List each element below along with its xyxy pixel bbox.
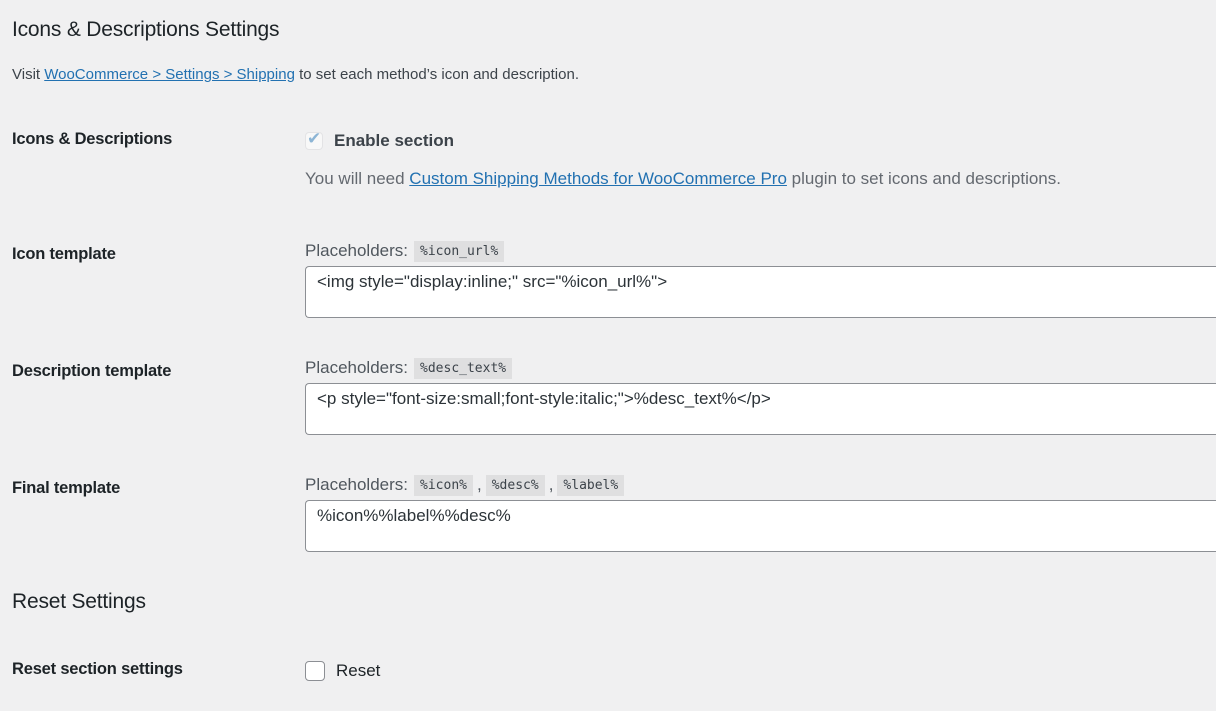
placeholder-code: %desc_text% [414,357,513,379]
separator: , [476,475,482,494]
placeholders-line: Placeholders: %desc_text% [305,357,1216,379]
placeholder-code: %label% [557,474,625,496]
placeholders-label: Placeholders: [305,241,409,260]
pro-plugin-description: You will need Custom Shipping Methods fo… [305,169,1061,189]
reset-checkbox-label[interactable]: Reset [305,661,380,681]
section-title-reset: Reset Settings [12,590,146,613]
row-label-final-template: Final template [12,479,121,497]
settings-page: Icons & Descriptions Settings Visit WooC… [0,0,1216,711]
field-description-template: Placeholders: %desc_text% <p style="font… [305,357,1216,435]
checkmark-icon: ✔ [307,129,322,148]
placeholder-code: %icon_url% [414,240,505,262]
enable-section-checkbox[interactable]: ✔ [305,129,323,150]
woocommerce-shipping-settings-link[interactable]: WooCommerce > Settings > Shipping [44,66,295,83]
section-title-icons: Icons & Descriptions Settings [12,18,280,41]
reset-text: Reset [336,661,381,680]
description-template-textarea[interactable]: <p style="font-size:small;font-style:ita… [305,383,1216,435]
field-final-template: Placeholders: %icon% , %desc% , %label% … [305,474,1216,552]
separator: , [548,475,554,494]
placeholders-line: Placeholders: %icon_url% [305,240,1216,262]
final-template-textarea[interactable]: %icon%%label%%desc% [305,500,1216,552]
placeholder-code: %icon% [414,474,473,496]
desc-suffix: plugin to set icons and descriptions. [786,169,1061,188]
enable-section-text: Enable section [334,131,454,150]
intro-suffix: to set each method’s icon and descriptio… [294,66,579,83]
row-label-icons-descriptions: Icons & Descriptions [12,130,173,148]
row-label-reset-section: Reset section settings [12,660,183,678]
field-reset: Reset [305,661,380,681]
intro-prefix: Visit [12,66,45,83]
field-enable-section: ✔ Enable section You will need Custom Sh… [305,129,1061,189]
enable-section-checkbox-label[interactable]: ✔ Enable section [305,129,1061,151]
placeholders-label: Placeholders: [305,475,409,494]
placeholder-code: %desc% [485,474,545,496]
row-label-description-template: Description template [12,362,172,380]
placeholders-line: Placeholders: %icon% , %desc% , %label% [305,474,1216,496]
section-intro: Visit WooCommerce > Settings > Shipping … [12,66,579,83]
field-icon-template: Placeholders: %icon_url% <img style="dis… [305,240,1216,318]
reset-checkbox[interactable] [305,661,325,681]
icon-template-textarea[interactable]: <img style="display:inline;" src="%icon_… [305,266,1216,318]
row-label-icon-template: Icon template [12,245,116,263]
desc-prefix: You will need [305,169,410,188]
placeholders-label: Placeholders: [305,358,409,377]
pro-plugin-link[interactable]: Custom Shipping Methods for WooCommerce … [409,169,787,188]
